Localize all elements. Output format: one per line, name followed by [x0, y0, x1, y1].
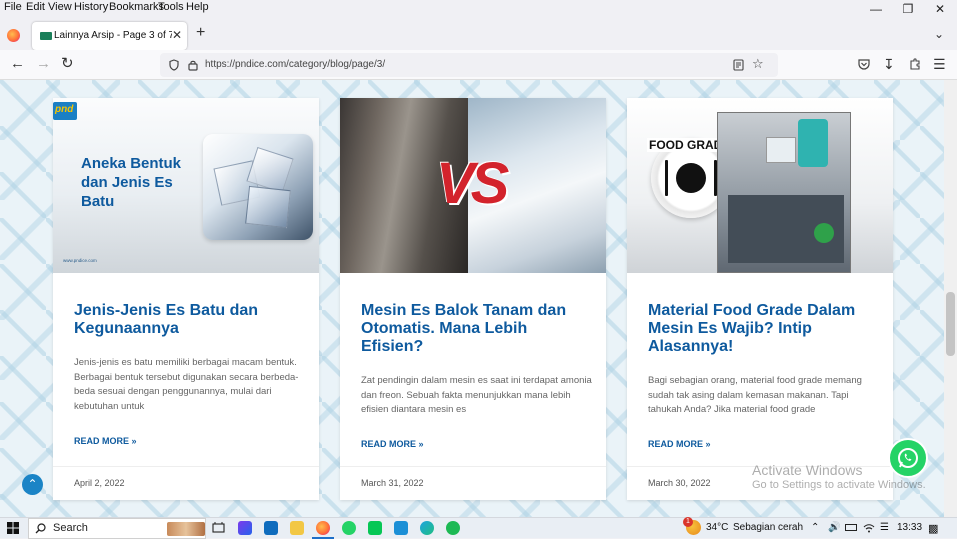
- taskbar-search-box[interactable]: Search: [28, 518, 206, 539]
- scrollbar-thumb[interactable]: [946, 292, 955, 356]
- pnd-logo: pnd: [53, 102, 77, 120]
- read-more-link[interactable]: READ MORE »: [648, 439, 711, 449]
- activate-windows-heading: Activate Windows: [752, 462, 863, 478]
- post-title[interactable]: Mesin Es Balok Tanam dan Otomatis. Mana …: [361, 302, 591, 356]
- shield-icon[interactable]: [169, 59, 179, 71]
- menu-view[interactable]: View: [48, 1, 72, 13]
- minimize-button[interactable]: —: [860, 0, 892, 20]
- menu-file[interactable]: File: [4, 1, 22, 13]
- post-thumbnail[interactable]: FOOD GRADE: [627, 98, 893, 273]
- scroll-to-top-button[interactable]: ⌃: [22, 474, 43, 495]
- post-card: pnd Aneka Bentuk dan Jenis Es Batu www.p…: [53, 98, 319, 500]
- extensions-icon[interactable]: [909, 58, 921, 70]
- post-title[interactable]: Material Food Grade Dalam Mesin Es Wajib…: [648, 302, 878, 356]
- edge-icon[interactable]: [420, 521, 434, 535]
- post-date: April 2, 2022: [74, 478, 125, 488]
- battery-icon[interactable]: [845, 524, 857, 531]
- file-explorer-icon[interactable]: [290, 521, 304, 535]
- language-icon[interactable]: ☰: [880, 522, 889, 533]
- show-hidden-icons-icon[interactable]: ⌃: [811, 522, 819, 533]
- menu-history[interactable]: History: [74, 1, 108, 13]
- close-window-button[interactable]: ✕: [924, 0, 956, 20]
- app-menu-icon[interactable]: ☰: [933, 56, 946, 72]
- mail-icon[interactable]: [264, 521, 278, 535]
- page-content: pnd Aneka Bentuk dan Jenis Es Batu www.p…: [0, 80, 944, 517]
- slack-icon[interactable]: [238, 521, 252, 535]
- reader-view-icon[interactable]: [733, 59, 744, 71]
- navigation-bar: ← → ↻ https://pndice.com/category/blog/p…: [0, 50, 957, 80]
- search-icon: [35, 523, 46, 534]
- volume-icon[interactable]: 🔊: [828, 522, 840, 533]
- pocket-icon[interactable]: [858, 59, 870, 70]
- menu-bookmarks[interactable]: Bookmarks: [109, 1, 164, 13]
- notification-count-badge: 1: [683, 517, 693, 527]
- site-url-label: www.pndice.com: [63, 258, 97, 263]
- ice-cubes-image: [203, 134, 313, 240]
- whatsapp-taskbar-icon[interactable]: [342, 521, 356, 535]
- tab-favicon-icon: [40, 32, 52, 40]
- wifi-icon[interactable]: [863, 523, 875, 533]
- whatsapp-button[interactable]: [888, 438, 928, 478]
- task-view-icon[interactable]: [212, 522, 225, 534]
- temperature-text[interactable]: 34°C: [706, 522, 728, 533]
- line-icon[interactable]: [368, 521, 382, 535]
- clock-time[interactable]: 13:33: [897, 522, 922, 533]
- weather-icon[interactable]: 1: [683, 517, 701, 535]
- post-date: March 31, 2022: [361, 478, 424, 488]
- post-date: March 30, 2022: [648, 478, 711, 488]
- firefox-view-icon[interactable]: [7, 29, 20, 42]
- reload-icon[interactable]: ↻: [61, 56, 74, 72]
- tab-title: Lainnya Arsip - Page 3 of 7 - PN: [54, 30, 172, 41]
- firefox-icon[interactable]: [316, 521, 330, 535]
- url-text[interactable]: https://pndice.com/category/blog/page/3/: [205, 59, 385, 70]
- post-excerpt: Jenis-jenis es batu memiliki berbagai ma…: [74, 357, 299, 412]
- vs-badge: VS: [436, 151, 509, 216]
- menu-edit[interactable]: Edit: [26, 1, 45, 13]
- url-bar[interactable]: https://pndice.com/category/blog/page/3/…: [160, 53, 778, 77]
- action-center-icon[interactable]: ▩: [928, 522, 938, 535]
- tab-close-icon[interactable]: ✕: [172, 28, 182, 42]
- card-divider: [53, 466, 319, 467]
- weather-text[interactable]: Sebagian cerah: [733, 522, 803, 533]
- menu-help[interactable]: Help: [186, 1, 209, 13]
- whatsapp-icon: [898, 448, 918, 468]
- store-icon[interactable]: [394, 521, 408, 535]
- activate-windows-subtext: Go to Settings to activate Windows.: [752, 479, 926, 491]
- maximize-button[interactable]: ❐: [892, 0, 924, 20]
- lock-icon[interactable]: [188, 59, 198, 71]
- downloads-icon[interactable]: ↧: [883, 56, 895, 72]
- tab-bar: Lainnya Arsip - Page 3 of 7 - PN ✕: [0, 20, 957, 50]
- list-all-tabs-icon[interactable]: ⌄: [934, 27, 944, 41]
- post-title[interactable]: Jenis-Jenis Es Batu dan Kegunaannya: [74, 302, 304, 338]
- forward-arrow-icon[interactable]: →: [36, 56, 51, 72]
- menu-tools[interactable]: Tools: [158, 1, 184, 13]
- new-tab-icon[interactable]: +: [196, 24, 205, 42]
- windows-taskbar: Search 1 34°C Sebagian cerah ⌃ 🔊 ☰ 13:33…: [0, 517, 957, 539]
- search-placeholder: Search: [53, 522, 88, 534]
- card-divider: [340, 466, 606, 467]
- post-excerpt: Bagi sebagian orang, material food grade…: [648, 375, 862, 415]
- menu-bar: File Edit View History Bookmarks Tools H…: [0, 0, 957, 16]
- bookmark-star-icon[interactable]: ☆: [752, 56, 764, 72]
- ice-machine-image: [717, 112, 851, 273]
- tab-active[interactable]: Lainnya Arsip - Page 3 of 7 - PN ✕: [32, 22, 187, 50]
- post-thumbnail[interactable]: pnd Aneka Bentuk dan Jenis Es Batu www.p…: [53, 98, 319, 273]
- search-highlight-image: [167, 522, 205, 536]
- spotify-icon[interactable]: [446, 521, 460, 535]
- thumbnail-heading: Aneka Bentuk dan Jenis Es Batu: [81, 155, 182, 210]
- read-more-link[interactable]: READ MORE »: [361, 439, 424, 449]
- post-card: FOOD GRADE Material Food Grade Dalam Mes…: [627, 98, 893, 500]
- back-arrow-icon[interactable]: ←: [10, 56, 25, 72]
- read-more-link[interactable]: READ MORE »: [74, 436, 137, 446]
- post-thumbnail[interactable]: VS: [340, 98, 606, 273]
- post-excerpt: Zat pendingin dalam mesin es saat ini te…: [361, 375, 592, 415]
- windows-start-icon[interactable]: [7, 522, 19, 534]
- post-card: VS Mesin Es Balok Tanam dan Otomatis. Ma…: [340, 98, 606, 500]
